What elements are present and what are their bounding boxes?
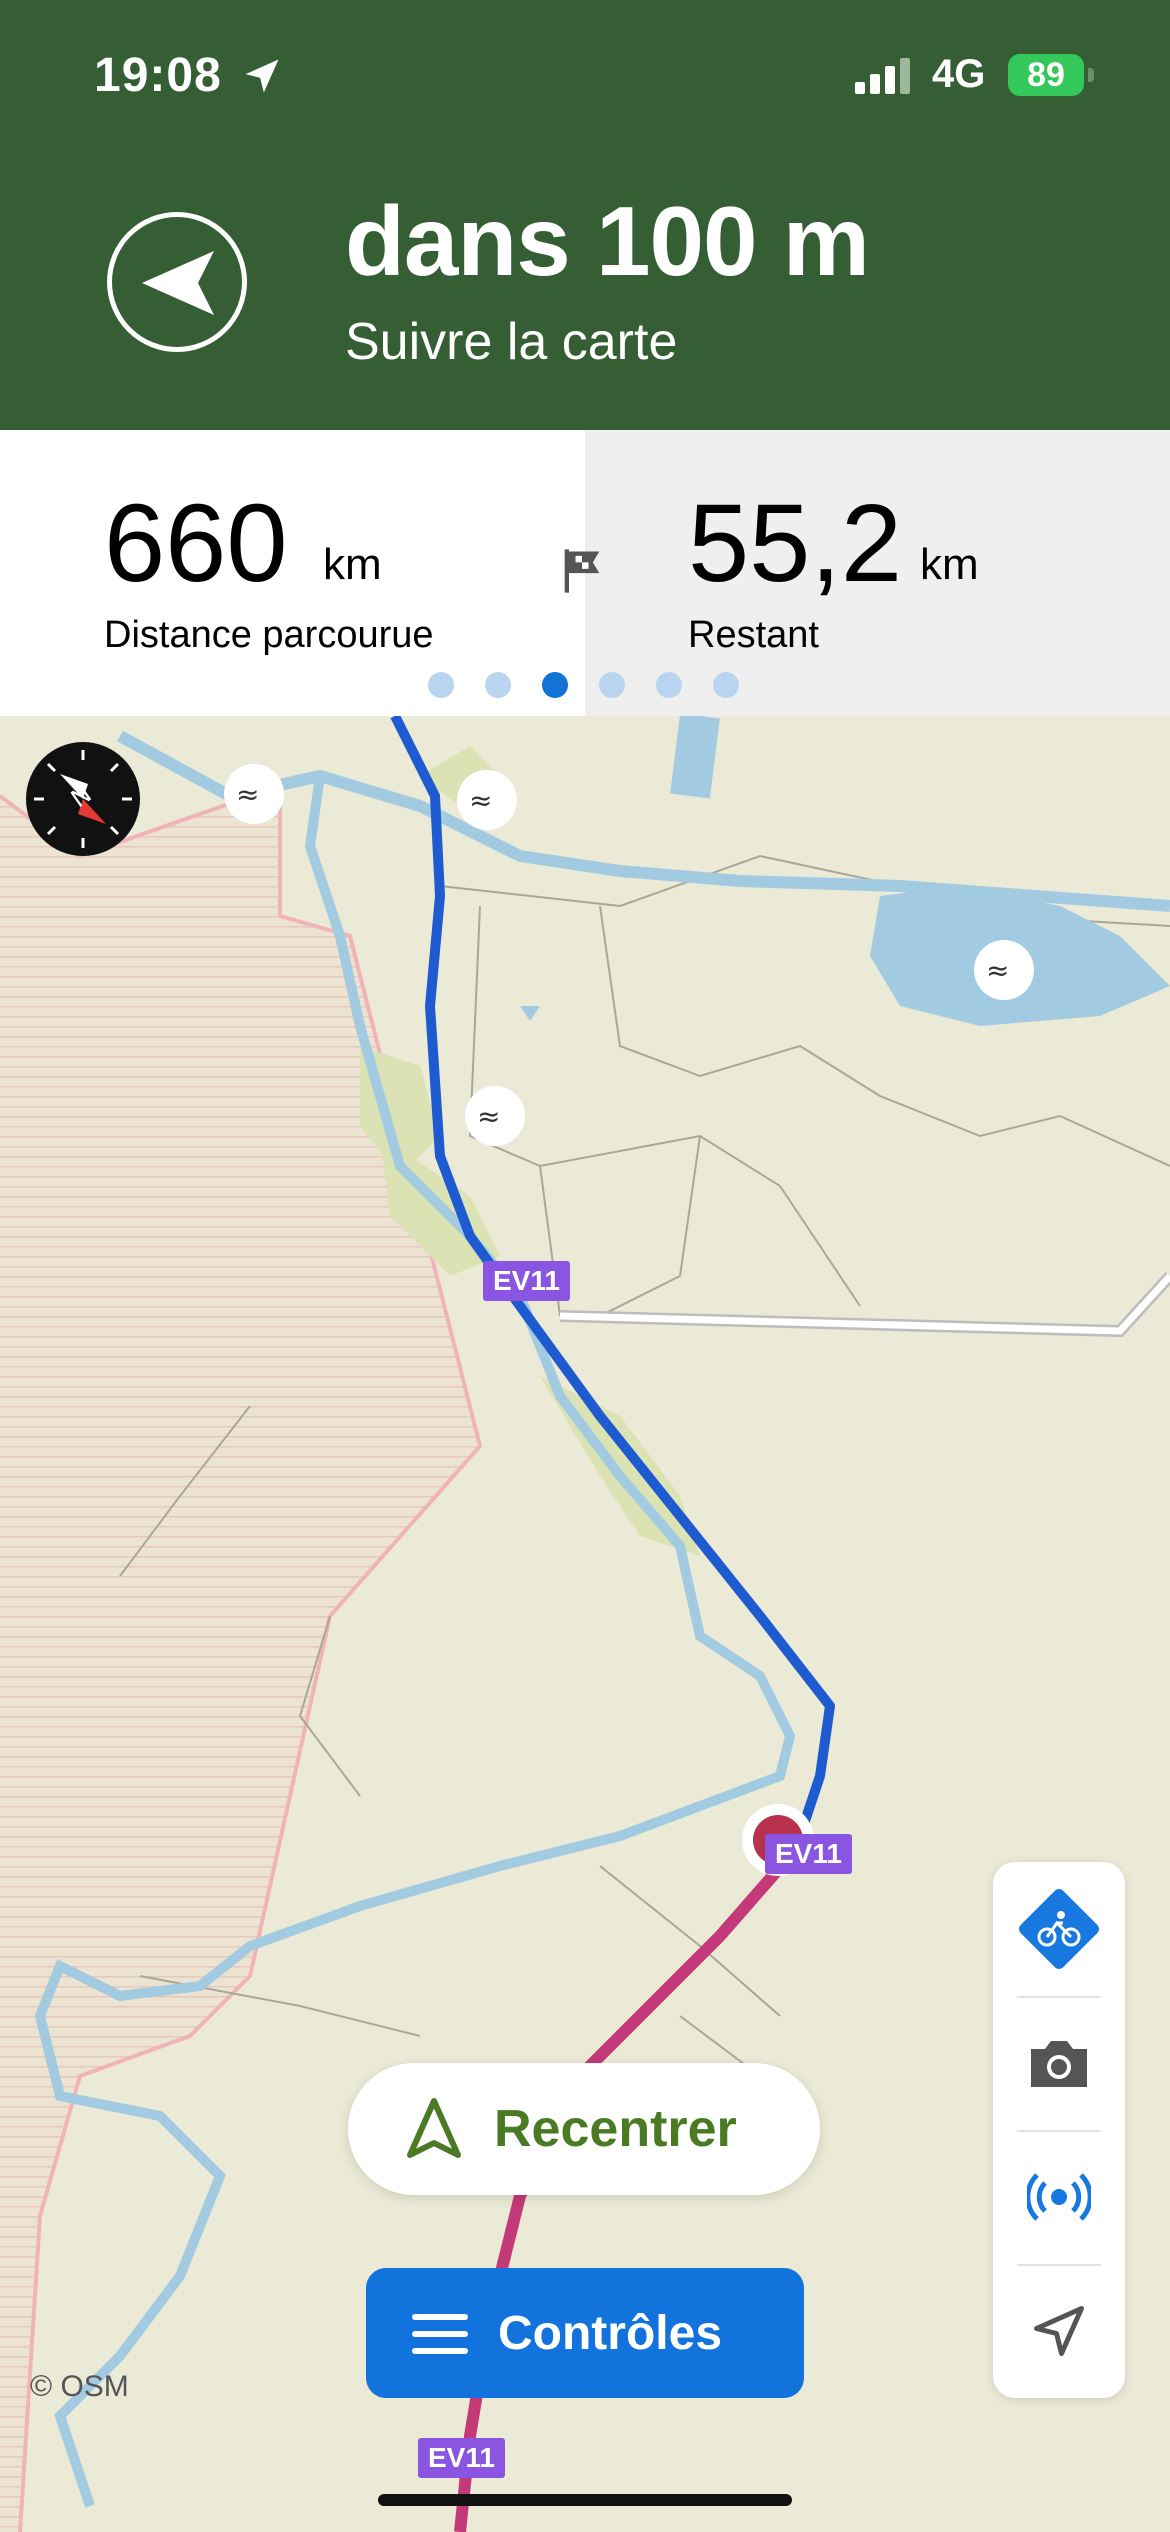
svg-text:≈: ≈ — [477, 1100, 500, 1133]
compass-rose: N — [34, 750, 132, 848]
remaining-label: Restant — [688, 614, 819, 656]
network-type: 4G — [932, 52, 986, 96]
camera-icon — [1031, 2041, 1087, 2087]
bike-mode-button[interactable] — [993, 1862, 1125, 1996]
location-services-icon — [245, 59, 279, 93]
home-indicator[interactable] — [378, 2494, 792, 2506]
recenter-button[interactable]: Recentrer — [348, 2063, 820, 2195]
traveled-unit: km — [323, 540, 382, 589]
camera-button[interactable] — [993, 1996, 1125, 2130]
map-attribution[interactable]: © OSM — [30, 2370, 129, 2404]
signal-bars-icon — [855, 58, 910, 94]
location-button[interactable] — [993, 2264, 1125, 2398]
page-dot[interactable] — [599, 672, 625, 698]
side-control-panel — [993, 1862, 1125, 2398]
battery-cap — [1088, 68, 1094, 82]
battery-indicator: 89 — [1008, 54, 1084, 96]
traveled-label: Distance parcourue — [104, 614, 434, 656]
svg-text:≈: ≈ — [236, 778, 259, 811]
controls-button[interactable]: Contrôles — [366, 2268, 804, 2398]
instruction-distance: dans 100 m — [345, 186, 870, 296]
page-dot[interactable] — [428, 672, 454, 698]
status-time: 19:08 — [94, 49, 222, 102]
instruction-text: Suivre la carte — [345, 313, 678, 371]
broadcast-button[interactable] — [993, 2130, 1125, 2264]
page-dot-active[interactable] — [542, 672, 568, 698]
radio-signal-icon — [1027, 2173, 1091, 2221]
turn-left-arrow-icon — [142, 251, 214, 315]
route-badge: EV11 — [483, 1261, 570, 1301]
remaining-unit: km — [920, 540, 979, 589]
svg-text:≈: ≈ — [986, 954, 1009, 987]
navigation-arrow-icon — [407, 2098, 461, 2158]
traveled-value: 660 — [104, 482, 288, 605]
bicycle-icon — [1019, 1889, 1099, 1969]
turn-direction-icon — [107, 212, 247, 352]
controls-label: Contrôles — [498, 2307, 723, 2360]
route-badge: EV11 — [418, 2438, 505, 2478]
navigation-header: 19:08 4G 89 dans 100 m Suivre la carte — [0, 0, 1170, 430]
page-dot[interactable] — [713, 672, 739, 698]
remaining-value: 55,2 — [688, 482, 903, 605]
location-arrow-icon — [1034, 2306, 1084, 2356]
menu-icon — [412, 2314, 468, 2354]
page-dot[interactable] — [656, 672, 682, 698]
page-indicator[interactable] — [428, 672, 739, 698]
checkered-flag-icon — [564, 549, 600, 593]
recenter-label: Recentrer — [494, 2100, 737, 2158]
route-badge: EV11 — [765, 1834, 852, 1874]
svg-text:≈: ≈ — [469, 784, 492, 817]
compass-icon[interactable]: N — [26, 742, 140, 856]
page-dot[interactable] — [485, 672, 511, 698]
